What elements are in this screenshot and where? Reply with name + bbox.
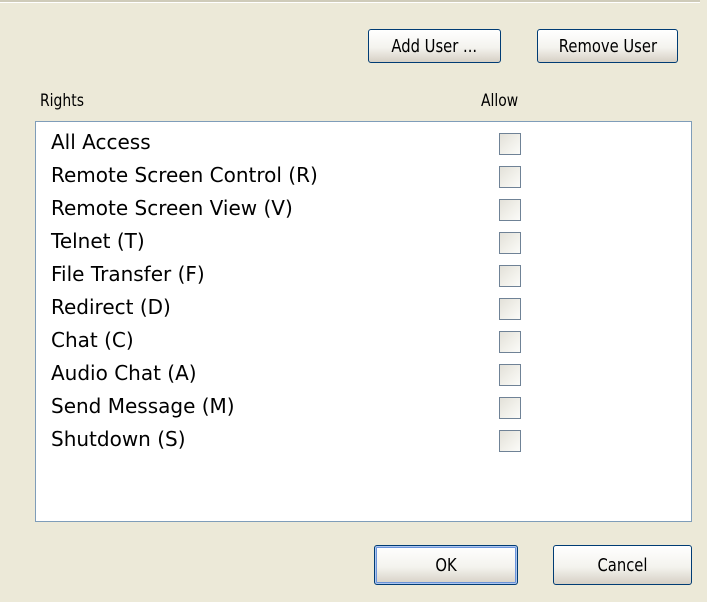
allow-checkbox[interactable]: [499, 298, 521, 320]
rights-list[interactable]: All Access Remote Screen Control (R) Rem…: [35, 121, 692, 522]
list-item: Remote Screen Control (R): [36, 159, 691, 192]
list-item: Telnet (T): [36, 225, 691, 258]
allow-checkbox[interactable]: [499, 364, 521, 386]
allow-column-header: Allow: [481, 91, 519, 111]
remove-user-button-label: Remove User: [558, 35, 657, 57]
allow-checkbox[interactable]: [499, 166, 521, 188]
list-item: Audio Chat (A): [36, 357, 691, 390]
right-label: All Access: [51, 130, 151, 154]
right-label: Audio Chat (A): [51, 361, 197, 385]
right-label: File Transfer (F): [51, 262, 205, 286]
right-label: Redirect (D): [51, 295, 171, 319]
list-item: Redirect (D): [36, 291, 691, 324]
top-divider: [0, 0, 700, 3]
list-item: All Access: [36, 126, 691, 159]
ok-button-label: OK: [435, 554, 457, 576]
list-item: Chat (C): [36, 324, 691, 357]
allow-checkbox[interactable]: [499, 199, 521, 221]
right-label: Chat (C): [51, 328, 134, 352]
list-item: Send Message (M): [36, 390, 691, 423]
allow-checkbox[interactable]: [499, 331, 521, 353]
allow-checkbox[interactable]: [499, 397, 521, 419]
right-label: Shutdown (S): [51, 427, 186, 451]
rights-column-header: Rights: [40, 91, 84, 111]
cancel-button[interactable]: Cancel: [553, 545, 692, 585]
right-label: Send Message (M): [51, 394, 235, 418]
add-user-button[interactable]: Add User ...: [368, 29, 501, 63]
right-label: Remote Screen View (V): [51, 196, 293, 220]
allow-checkbox[interactable]: [499, 430, 521, 452]
list-item: Remote Screen View (V): [36, 192, 691, 225]
add-user-button-label: Add User ...: [391, 35, 478, 57]
remove-user-button[interactable]: Remove User: [537, 29, 678, 63]
list-item: Shutdown (S): [36, 423, 691, 456]
allow-checkbox[interactable]: [499, 265, 521, 287]
allow-checkbox[interactable]: [499, 133, 521, 155]
right-label: Remote Screen Control (R): [51, 163, 318, 187]
ok-button[interactable]: OK: [374, 545, 518, 585]
right-label: Telnet (T): [51, 229, 145, 253]
cancel-button-label: Cancel: [597, 554, 648, 576]
list-item: File Transfer (F): [36, 258, 691, 291]
allow-checkbox[interactable]: [499, 232, 521, 254]
